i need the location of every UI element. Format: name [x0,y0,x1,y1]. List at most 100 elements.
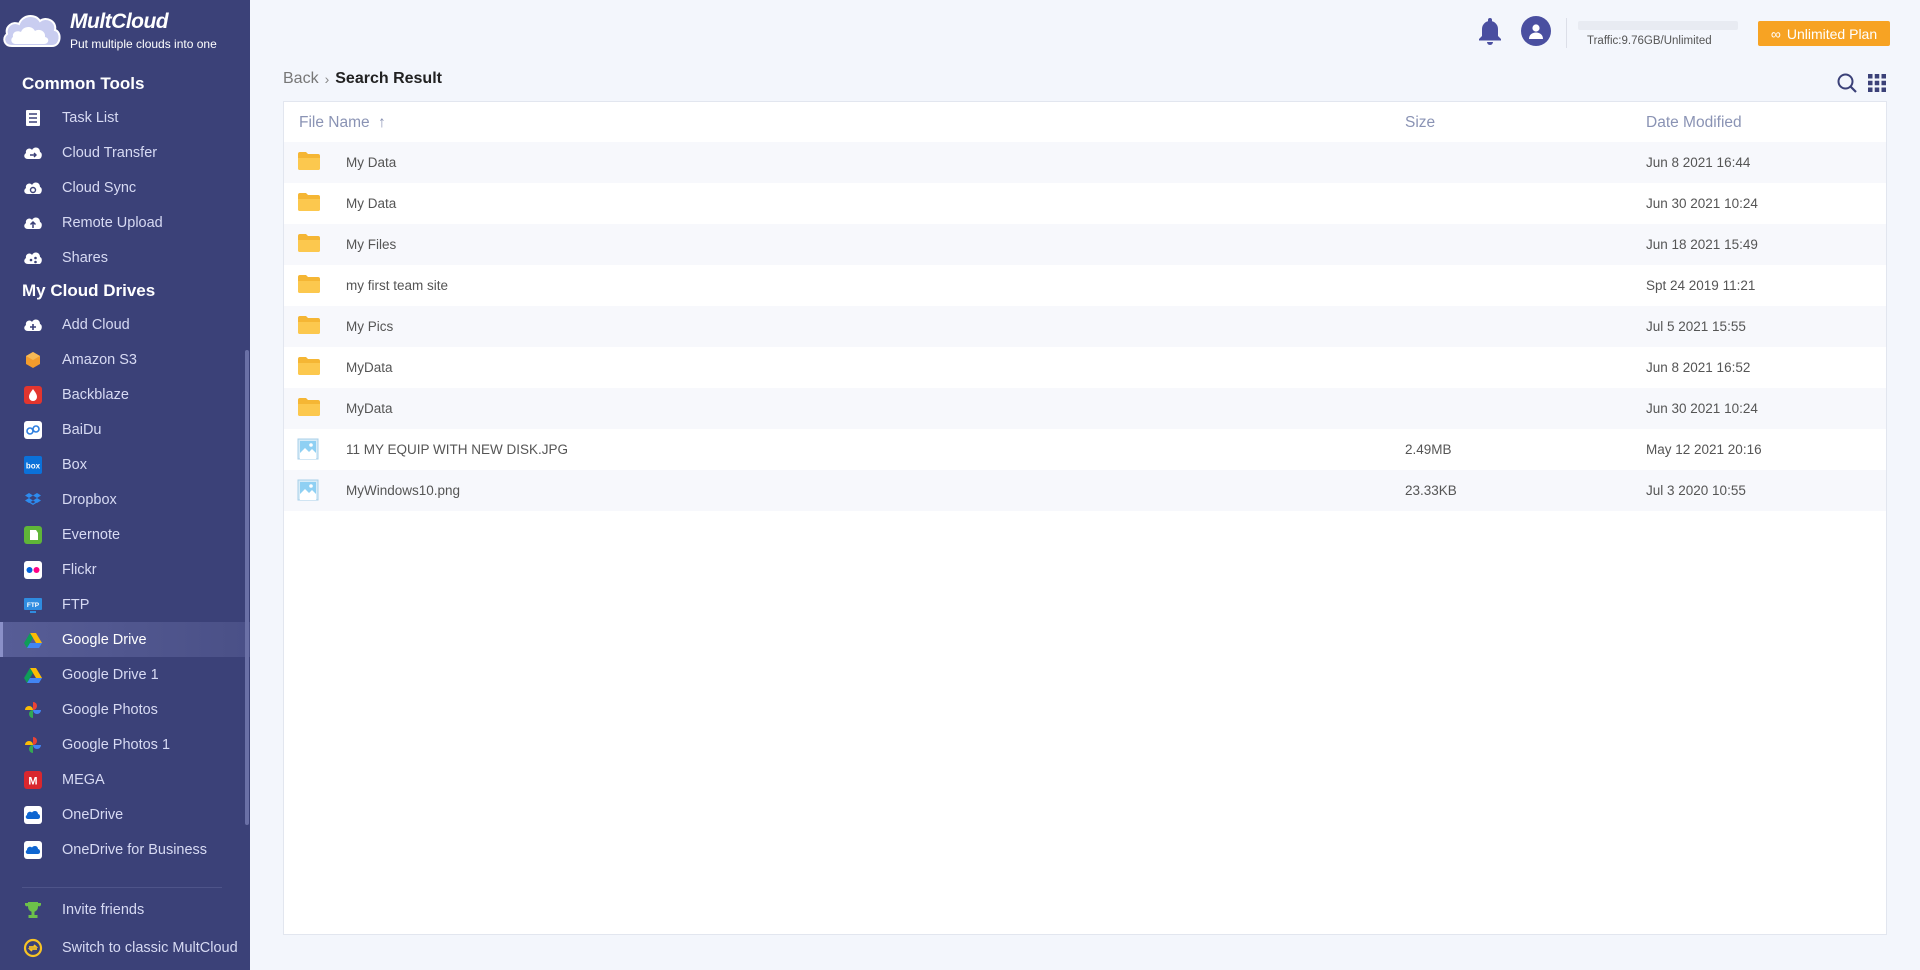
remote-upload-icon [22,212,44,234]
file-name[interactable]: 11 MY EQUIP WITH NEW DISK.JPG [346,442,568,457]
notification-bell-icon[interactable] [1477,16,1503,46]
search-icon[interactable] [1836,72,1858,94]
sidebar-item-evernote[interactable]: Evernote [0,517,250,552]
table-row[interactable]: MyWindows10.png 23.33KB Jul 3 2020 10:55 [284,470,1886,511]
file-rows: My Data Jun 8 2021 16:44 My Data Jun 30 202… [284,142,1886,511]
sidebar-item-label: Dropbox [62,491,117,508]
column-file-name[interactable]: File Name ↑ [299,114,386,132]
folder-icon [297,315,321,337]
sidebar-item-google-drive[interactable]: Google Drive [0,622,250,657]
switch-icon [22,937,44,959]
file-name[interactable]: MyData [346,360,393,375]
sidebar-item-baidu[interactable]: BaiDu [0,412,250,447]
sidebar-item-label: Google Photos 1 [62,736,171,753]
file-name[interactable]: My Files [346,237,396,252]
sidebar-item-task-list[interactable]: Task List [0,100,250,135]
sidebar-item-backblaze[interactable]: Backblaze [0,377,250,412]
amazon-s3-icon [22,349,44,371]
file-name[interactable]: MyWindows10.png [346,483,460,498]
sidebar-item-label: Flickr [62,561,97,578]
cloud-transfer-icon [22,142,44,164]
cloud-sync-icon [22,177,44,199]
table-row[interactable]: My Data Jun 30 2021 10:24 [284,183,1886,224]
table-row[interactable]: MyData Jun 30 2021 10:24 [284,388,1886,429]
sidebar-item-label: BaiDu [62,421,102,438]
table-row[interactable]: My Files Jun 18 2021 15:49 [284,224,1886,265]
sidebar-item-cloud-transfer[interactable]: Cloud Transfer [0,135,250,170]
table-row[interactable]: MyData Jun 8 2021 16:52 [284,347,1886,388]
sidebar-item-label: Box [62,456,87,473]
sidebar-item-label: Google Photos [62,701,158,718]
sidebar-item-label: Amazon S3 [62,351,137,368]
invite-friends-label: Invite friends [62,901,145,918]
sidebar-item-google-drive-1[interactable]: Google Drive 1 [0,657,250,692]
sort-ascending-icon: ↑ [377,114,386,131]
sidebar-item-label: Google Drive [62,631,147,648]
folder-icon [297,233,321,255]
table-row[interactable]: My Pics Jul 5 2021 15:55 [284,306,1886,347]
table-header: File Name ↑ Size Date Modified [284,102,1886,142]
file-size: 2.49MB [1405,442,1452,457]
sidebar-item-flickr[interactable]: Flickr [0,552,250,587]
sidebar-scrollbar[interactable] [245,350,249,825]
column-date-modified[interactable]: Date Modified [1646,114,1742,132]
back-link[interactable]: Back [283,70,319,88]
file-name[interactable]: My Pics [346,319,393,334]
sidebar-item-shares[interactable]: Shares [0,240,250,275]
infinity-icon: ∞ [1770,25,1781,42]
grid-view-icon[interactable] [1868,74,1886,92]
sidebar-item-google-photos[interactable]: Google Photos [0,692,250,727]
app-tagline: Put multiple clouds into one [70,37,217,51]
file-date: Jul 3 2020 10:55 [1646,483,1746,498]
sidebar-item-remote-upload[interactable]: Remote Upload [0,205,250,240]
google-photos-icon [22,699,44,721]
sidebar-item-amazon-s3[interactable]: Amazon S3 [0,342,250,377]
google-photos-icon [22,734,44,756]
dropbox-icon [22,489,44,511]
cloud-drives-list: Add Cloud Amazon S3 Backblaze BaiDu box Box Dr… [0,307,250,867]
table-row[interactable]: my first team site Spt 24 2019 11:21 [284,265,1886,306]
sidebar-item-dropbox[interactable]: Dropbox [0,482,250,517]
sidebar-item-mega[interactable]: M MEGA [0,762,250,797]
svg-text:FTP: FTP [27,602,40,609]
file-name[interactable]: my first team site [346,278,448,293]
evernote-icon [22,524,44,546]
sidebar-item-onedrive-for-business[interactable]: OneDrive for Business [0,832,250,867]
table-row[interactable]: My Data Jun 8 2021 16:44 [284,142,1886,183]
invite-friends-link[interactable]: Invite friends [0,892,250,927]
mega-icon: M [22,769,44,791]
sidebar-item-label: MEGA [62,771,105,788]
logo[interactable]: MultCloud Put multiple clouds into one [0,0,250,62]
file-name[interactable]: My Data [346,155,396,170]
sidebar-item-ftp[interactable]: FTP FTP [0,587,250,622]
google-drive-icon [22,629,44,651]
flickr-icon [22,559,44,581]
folder-icon [297,356,321,378]
sidebar-item-box[interactable]: box Box [0,447,250,482]
file-size: 23.33KB [1405,483,1457,498]
sidebar-item-label: OneDrive [62,806,124,823]
sidebar-item-add-cloud[interactable]: Add Cloud [0,307,250,342]
svg-text:box: box [26,461,41,470]
sidebar-item-label: Cloud Transfer [62,144,158,161]
breadcrumb: Back › Search Result [283,70,442,88]
sidebar-divider [22,887,222,888]
column-size[interactable]: Size [1405,114,1435,132]
sidebar-item-onedrive[interactable]: OneDrive [0,797,250,832]
switch-classic-link[interactable]: Switch to classic MultCloud [0,930,250,965]
user-avatar[interactable] [1521,16,1551,46]
sidebar-item-cloud-sync[interactable]: Cloud Sync [0,170,250,205]
my-cloud-drives-title: My Cloud Drives [22,281,156,300]
folder-icon [297,397,321,419]
sidebar-item-label: Google Drive 1 [62,666,159,683]
unlimited-plan-button[interactable]: ∞ Unlimited Plan [1758,21,1890,46]
user-icon [1529,24,1543,39]
sidebar: MultCloud Put multiple clouds into one C… [0,0,250,970]
file-name[interactable]: My Data [346,196,396,211]
file-name[interactable]: MyData [346,401,393,416]
image-file-icon [297,438,321,460]
sidebar-item-google-photos-1[interactable]: Google Photos 1 [0,727,250,762]
file-date: Jun 30 2021 10:24 [1646,401,1758,416]
add-cloud-icon [22,314,44,336]
table-row[interactable]: 11 MY EQUIP WITH NEW DISK.JPG 2.49MB May 1… [284,429,1886,470]
